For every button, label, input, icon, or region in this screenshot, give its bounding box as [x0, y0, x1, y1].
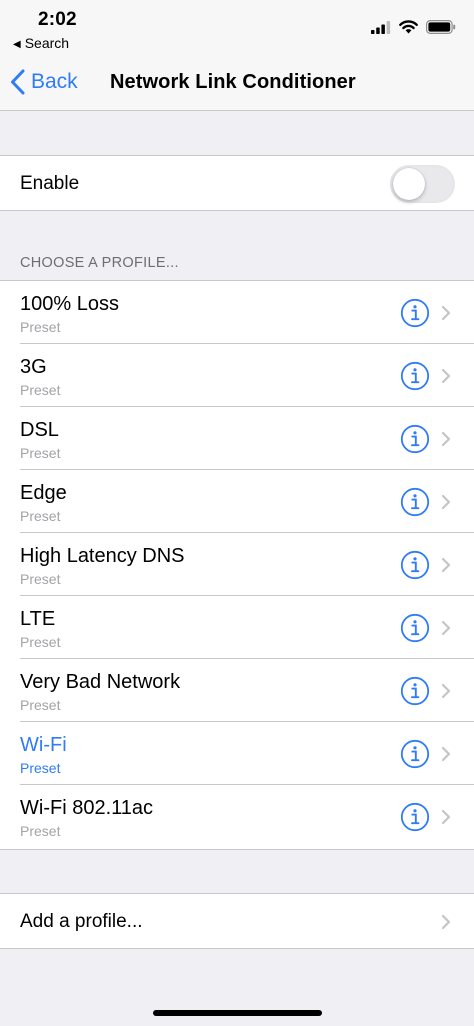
chevron-right-icon: [441, 746, 451, 762]
info-icon[interactable]: [400, 739, 430, 769]
chevron-right-icon: [441, 809, 451, 825]
profile-subtitle: Preset: [20, 697, 61, 713]
profile-title: High Latency DNS: [20, 545, 185, 567]
profile-row-high-latency-dns[interactable]: High Latency DNS Preset: [0, 533, 474, 596]
chevron-right-icon: [441, 557, 451, 573]
info-icon[interactable]: [400, 361, 430, 391]
chevron-right-icon: [441, 431, 451, 447]
profile-row-edge[interactable]: Edge Preset: [0, 470, 474, 533]
back-triangle-icon: ◀: [13, 39, 21, 50]
profile-subtitle: Preset: [20, 508, 61, 524]
back-button-label: Back: [31, 70, 78, 93]
info-icon[interactable]: [400, 424, 430, 454]
profile-subtitle: Preset: [20, 823, 61, 839]
info-icon[interactable]: [400, 613, 430, 643]
profile-row-lte[interactable]: LTE Preset: [0, 596, 474, 659]
wifi-icon: [399, 20, 418, 34]
chevron-right-icon: [441, 683, 451, 699]
add-profile-label: Add a profile...: [20, 911, 143, 932]
profile-title: Edge: [20, 482, 67, 504]
info-icon[interactable]: [400, 298, 430, 328]
profile-row-wi-fi-802-11ac[interactable]: Wi-Fi 802.11ac Preset: [0, 785, 474, 848]
profile-row-wi-fi[interactable]: Wi-Fi Preset: [0, 722, 474, 785]
chevron-right-icon: [441, 368, 451, 384]
profile-row-3g[interactable]: 3G Preset: [0, 344, 474, 407]
profile-title: Wi-Fi 802.11ac: [20, 797, 154, 819]
info-icon[interactable]: [400, 487, 430, 517]
profile-subtitle: Preset: [20, 760, 61, 776]
profile-row-100-loss[interactable]: 100% Loss Preset: [0, 281, 474, 344]
status-bar: 2:02 ◀ Search: [0, 0, 474, 56]
profile-row-dsl[interactable]: DSL Preset: [0, 407, 474, 470]
navigation-bar: Back Network Link Conditioner: [0, 56, 474, 111]
chevron-right-icon: [441, 914, 451, 930]
info-icon[interactable]: [400, 802, 430, 832]
chevron-right-icon: [441, 494, 451, 510]
enable-label: Enable: [20, 173, 80, 194]
profile-subtitle: Preset: [20, 634, 61, 650]
profile-title: Very Bad Network: [20, 671, 181, 693]
profile-subtitle: Preset: [20, 319, 61, 335]
profile-row-very-bad-network[interactable]: Very Bad Network Preset: [0, 659, 474, 722]
profile-list: 100% Loss Preset 3G Preset DSL Preset Ed…: [0, 280, 474, 850]
home-indicator[interactable]: [153, 1010, 322, 1016]
profile-title: LTE: [20, 608, 56, 630]
profile-title: Wi-Fi: [20, 734, 67, 756]
profile-title: 100% Loss: [20, 293, 119, 315]
chevron-right-icon: [441, 620, 451, 636]
back-to-app-link[interactable]: ◀ Search: [13, 35, 69, 51]
profile-subtitle: Preset: [20, 445, 61, 461]
chevron-right-icon: [441, 305, 451, 321]
battery-icon: [426, 20, 456, 34]
page-title: Network Link Conditioner: [110, 71, 356, 93]
profile-subtitle: Preset: [20, 382, 61, 398]
enable-group: Enable: [0, 155, 474, 211]
system-icons: [371, 20, 456, 34]
profile-title: 3G: [20, 356, 47, 378]
profile-section-header: CHOOSE A PROFILE...: [20, 255, 179, 271]
info-icon[interactable]: [400, 550, 430, 580]
enable-toggle[interactable]: [390, 165, 455, 203]
profile-title: DSL: [20, 419, 59, 441]
chevron-left-icon: [11, 69, 25, 95]
add-profile-row[interactable]: Add a profile...: [0, 893, 474, 949]
back-to-app-label: Search: [24, 35, 70, 51]
cellular-signal-icon: [371, 20, 391, 34]
status-time: 2:02: [38, 9, 77, 30]
back-button[interactable]: Back: [10, 69, 78, 95]
info-icon[interactable]: [400, 676, 430, 706]
toggle-knob: [393, 168, 425, 200]
profile-subtitle: Preset: [20, 571, 61, 587]
